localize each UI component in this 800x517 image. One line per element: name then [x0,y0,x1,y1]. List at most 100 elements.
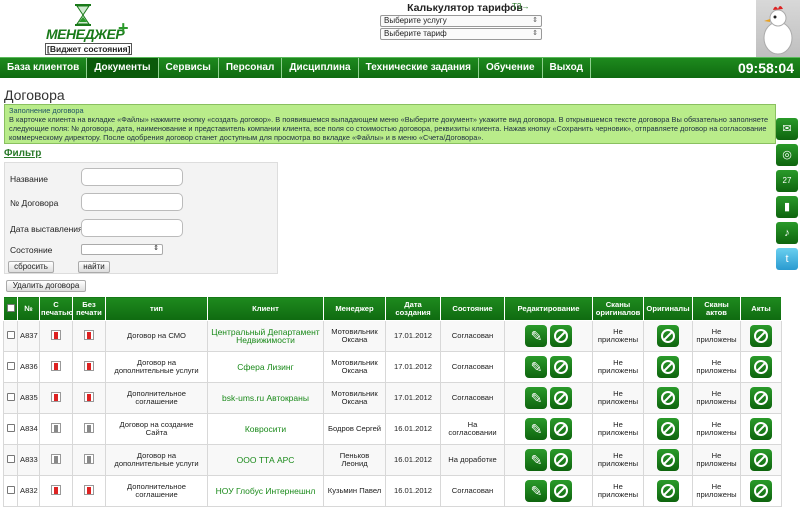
mail-icon[interactable]: ✉ [776,118,798,140]
acts-button[interactable] [750,480,772,502]
number-input[interactable] [81,193,183,211]
without-stamp-cell[interactable] [72,444,106,476]
with-stamp-cell[interactable] [39,475,73,507]
row-checkbox[interactable] [6,423,15,432]
book-icon[interactable]: ▮ [776,196,798,218]
pdf-icon[interactable] [84,360,94,371]
acts-button[interactable] [750,387,772,409]
acts-button[interactable] [750,418,772,440]
acts-button[interactable] [750,325,772,347]
pencil-icon[interactable]: ✎ [525,356,548,378]
date-input[interactable] [81,219,183,237]
row-checkbox[interactable] [6,454,15,463]
nav-item-tech-tasks[interactable]: Технические задания [359,58,480,78]
service-select[interactable]: Выберите услугу ⇕ [380,15,542,27]
row-client-link[interactable]: Центральный Департамент Недвижимости [207,320,324,352]
delete-contracts-button[interactable]: Удалить договора [6,280,86,292]
pdf-icon[interactable] [84,391,94,402]
nav-item-discipline[interactable]: Дисциплина [282,58,359,78]
originals-button[interactable] [657,356,679,378]
twitter-icon[interactable]: t [776,248,798,270]
col-with-stamp[interactable]: С печатью [39,296,73,321]
pencil-icon[interactable]: ✎ [525,387,548,409]
originals-button[interactable] [657,387,679,409]
without-stamp-cell[interactable] [72,413,106,445]
row-checkbox[interactable] [6,330,15,339]
filter-toggle[interactable]: Фильтр [4,148,41,159]
nav-item-staff[interactable]: Персонал [219,58,283,78]
col-status[interactable]: Состояние [440,296,505,321]
nav-item-training[interactable]: Обучение [479,58,543,78]
col-client[interactable]: Клиент [207,296,324,321]
pencil-icon[interactable]: ✎ [525,325,548,347]
col-number[interactable]: № [17,296,40,321]
without-stamp-cell[interactable] [72,382,106,414]
pdf-icon[interactable] [84,453,94,464]
cancel-button[interactable] [549,325,572,347]
tariff-select[interactable]: Выберите тариф ⇕ [380,28,542,40]
cancel-button[interactable] [549,387,572,409]
name-input[interactable] [81,168,183,186]
cancel-button[interactable] [549,356,572,378]
pdf-icon[interactable] [84,329,94,340]
row-client-link[interactable]: НОУ Глобус Интернешнл [207,475,324,507]
cancel-button[interactable] [549,449,572,471]
reset-button[interactable]: сбросить [8,261,54,273]
row-select-cell[interactable] [3,382,18,414]
pdf-icon[interactable] [51,453,61,464]
select-all-checkbox[interactable] [6,303,15,312]
pdf-icon[interactable] [84,422,94,433]
nav-item-services[interactable]: Сервисы [159,58,219,78]
nav-item-documents[interactable]: Документы [87,58,159,78]
without-stamp-cell[interactable] [72,320,106,352]
row-client-link[interactable]: Ковросити [207,413,324,445]
logo[interactable]: МЕНЕДЖЕР + [Виджет состояния] [44,4,134,55]
find-button[interactable]: найти [78,261,110,273]
row-checkbox[interactable] [6,485,15,494]
originals-button[interactable] [657,449,679,471]
select-all-header[interactable] [3,296,18,321]
pdf-icon[interactable] [51,391,61,402]
tz-link[interactable]: ТЗ→ [512,2,530,11]
pdf-icon[interactable] [51,329,61,340]
status-select[interactable]: ⇕ [81,244,163,255]
cancel-button[interactable] [549,480,572,502]
row-client-link[interactable]: bsk-ums.ru Автокраны [207,382,324,414]
nav-item-clients[interactable]: База клиентов [0,58,88,78]
row-client-link[interactable]: Сфера Лизинг [207,351,324,383]
pdf-icon[interactable] [84,484,94,495]
col-without-stamp[interactable]: Без печати [72,296,106,321]
originals-button[interactable] [657,325,679,347]
with-stamp-cell[interactable] [39,351,73,383]
pencil-icon[interactable]: ✎ [525,449,548,471]
nav-item-logout[interactable]: Выход [543,58,591,78]
with-stamp-cell[interactable] [39,382,73,414]
cancel-button[interactable] [549,418,572,440]
row-checkbox[interactable] [6,361,15,370]
with-stamp-cell[interactable] [39,320,73,352]
col-manager[interactable]: Менеджер [323,296,386,321]
row-select-cell[interactable] [3,413,18,445]
with-stamp-cell[interactable] [39,444,73,476]
lifebuoy-icon[interactable]: ◎ [776,144,798,166]
pencil-icon[interactable]: ✎ [525,418,548,440]
row-select-cell[interactable] [3,320,18,352]
acts-button[interactable] [750,449,772,471]
row-select-cell[interactable] [3,444,18,476]
col-type[interactable]: тип [105,296,208,321]
col-date[interactable]: Дата создания [385,296,441,321]
pencil-icon[interactable]: ✎ [525,480,548,502]
row-client-link[interactable]: ООО ТТА АРС [207,444,324,476]
with-stamp-cell[interactable] [39,413,73,445]
bell-icon[interactable]: ♪ [776,222,798,244]
without-stamp-cell[interactable] [72,351,106,383]
originals-button[interactable] [657,418,679,440]
originals-button[interactable] [657,480,679,502]
calendar-icon[interactable]: 27 [776,170,798,192]
row-checkbox[interactable] [6,392,15,401]
acts-button[interactable] [750,356,772,378]
row-select-cell[interactable] [3,351,18,383]
pdf-icon[interactable] [51,484,61,495]
pdf-icon[interactable] [51,360,61,371]
without-stamp-cell[interactable] [72,475,106,507]
